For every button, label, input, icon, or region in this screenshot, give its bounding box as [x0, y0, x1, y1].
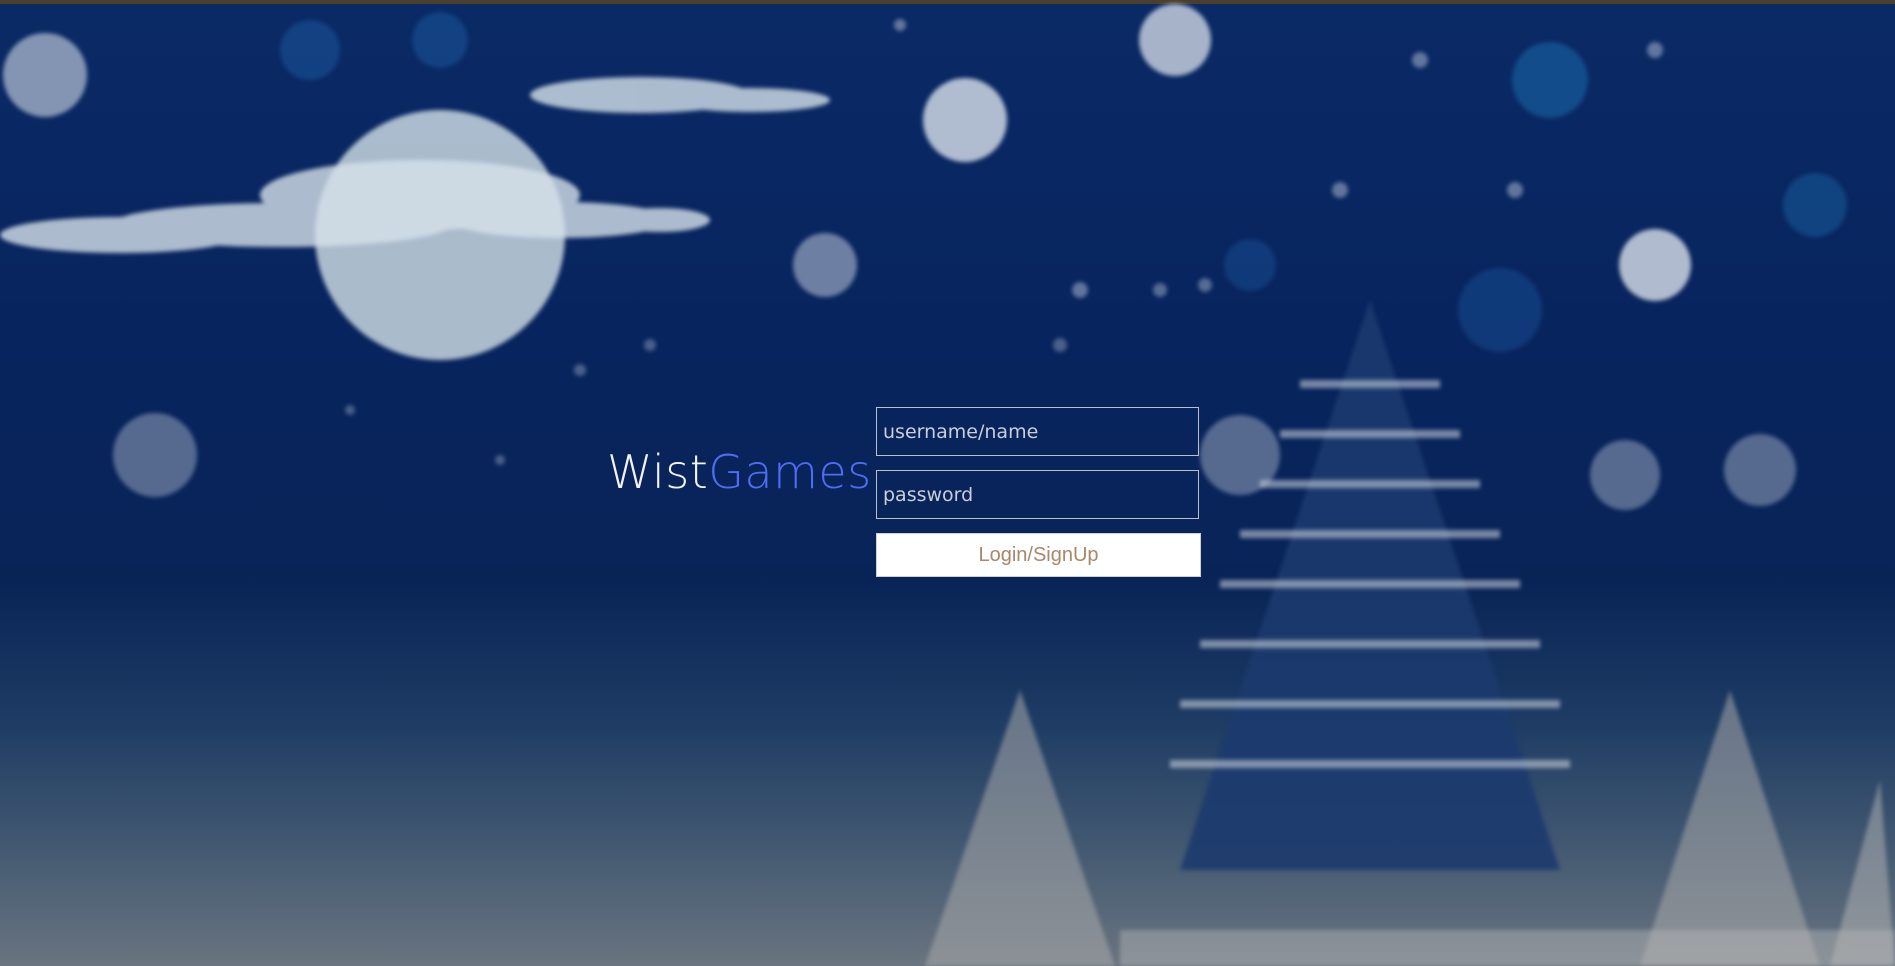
password-input[interactable]	[876, 470, 1199, 519]
username-input[interactable]	[876, 407, 1199, 456]
brand-name-part2: Games	[708, 445, 872, 499]
page-background: WistGames Login/SignUp	[0, 0, 1895, 966]
brand-logo: WistGames	[607, 449, 872, 495]
login-signup-button[interactable]: Login/SignUp	[876, 533, 1201, 577]
pine-trees	[925, 300, 1895, 966]
login-panel: WistGames Login/SignUp	[607, 407, 1202, 578]
clouds	[0, 77, 830, 253]
brand-name-part1: Wist	[607, 445, 709, 499]
